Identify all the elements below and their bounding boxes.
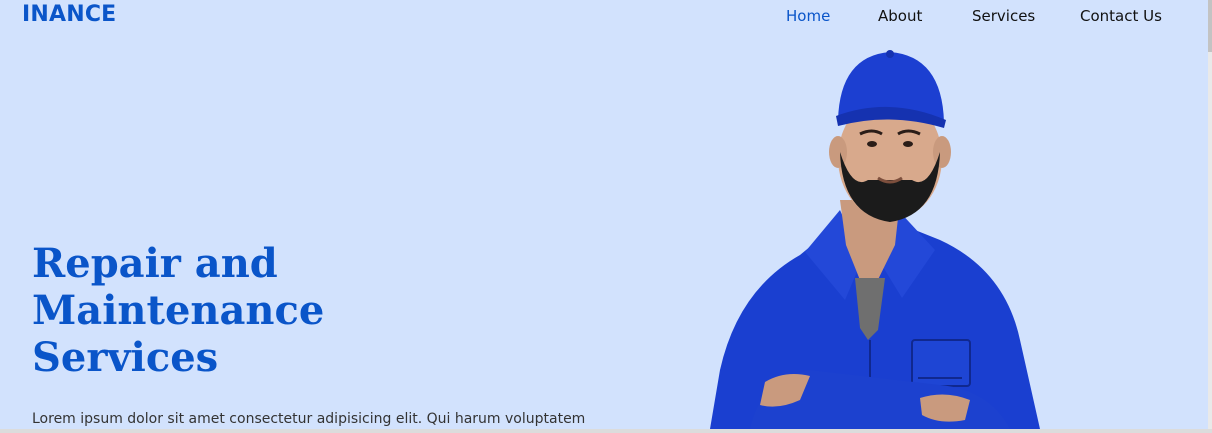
nav-about[interactable]: About <box>878 7 922 25</box>
hero-title-line: Services <box>32 334 219 381</box>
horizontal-scrollbar[interactable] <box>0 429 1212 433</box>
hero-title-line: Maintenance <box>32 287 325 334</box>
vertical-scrollbar[interactable] <box>1208 0 1212 433</box>
hero-title-line: Repair and <box>32 240 278 287</box>
nav-services[interactable]: Services <box>972 7 1035 25</box>
mechanic-hero-image <box>710 50 1040 429</box>
page: INANCE Home About Services Contact Us Re… <box>0 0 1208 429</box>
hero-description: Lorem ipsum dolor sit amet consectetur a… <box>32 411 586 427</box>
main-nav: Home About Services Contact Us <box>0 7 1208 29</box>
nav-home[interactable]: Home <box>786 7 830 25</box>
nav-contact-us[interactable]: Contact Us <box>1080 7 1162 25</box>
hero-title: Repair and Maintenance Services <box>32 240 372 381</box>
scrollbar-thumb[interactable] <box>1208 0 1212 52</box>
